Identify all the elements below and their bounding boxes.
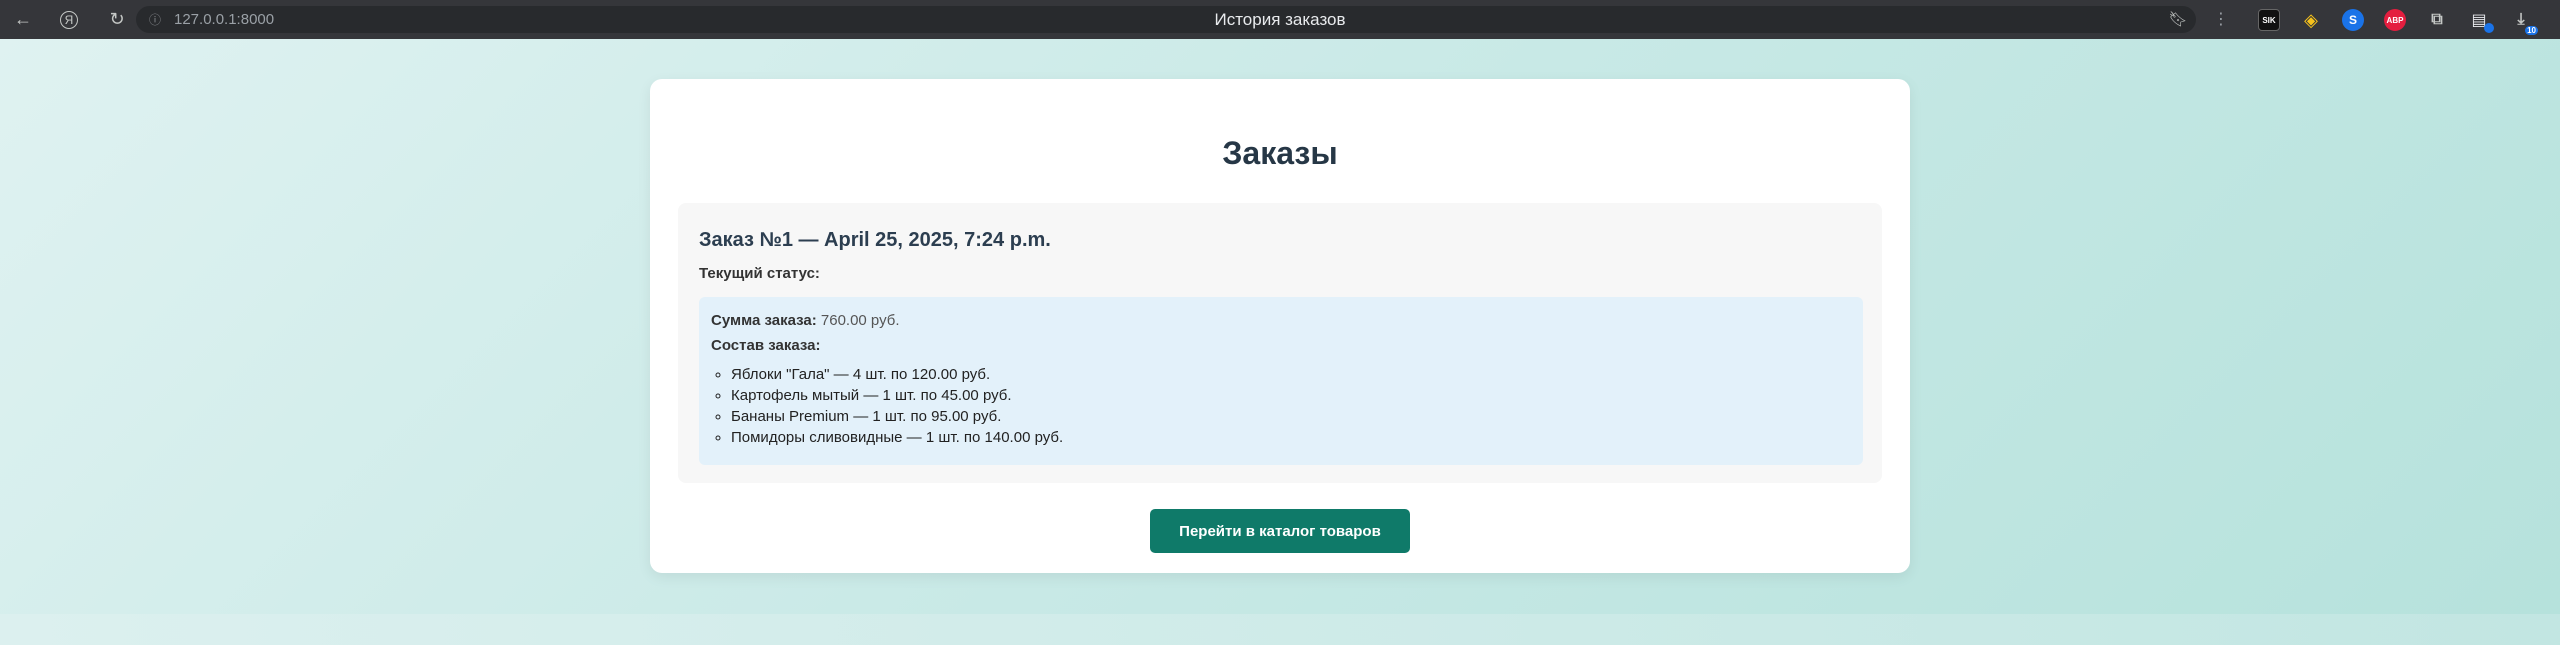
order-block: Заказ №1 — April 25, 2025, 7:24 p.m. Тек… <box>678 203 1882 483</box>
order-status: Текущий статус: <box>699 265 820 282</box>
url-text: 127.0.0.1:8000 <box>174 11 275 28</box>
page-footer-strip <box>0 614 2560 645</box>
doc-badge <box>2484 23 2494 33</box>
order-sum: Сумма заказа: 760.00 руб. <box>711 312 1851 329</box>
address-bar[interactable]: ⓘ 127.0.0.1:8000 <box>136 6 2196 33</box>
yandex-icon[interactable]: Я <box>60 10 78 29</box>
page-background: Заказы Заказ №1 — April 25, 2025, 7:24 p… <box>0 39 2560 614</box>
sik-extension-icon[interactable]: SIK <box>2258 9 2280 31</box>
download-count: 10 <box>2525 26 2538 35</box>
orders-card: Заказы Заказ №1 — April 25, 2025, 7:24 p… <box>650 79 1910 573</box>
bookmark-icon[interactable]: 🔖︎ <box>2168 9 2188 29</box>
order-title: Заказ №1 — April 25, 2025, 7:24 p.m. <box>699 229 1051 251</box>
download-icon[interactable]: ⤓ 10 <box>2510 9 2538 35</box>
back-icon[interactable]: ← <box>8 5 38 35</box>
shazam-extension-icon[interactable]: S <box>2342 9 2364 31</box>
order-items-list: Яблоки "Гала" — 4 шт. по 120.00 руб. Кар… <box>711 364 1851 448</box>
order-item: Бананы Premium — 1 шт. по 95.00 руб. <box>731 406 1851 427</box>
sum-label: Сумма заказа: <box>711 312 817 329</box>
browser-toolbar: ← Я ↻ ⓘ 127.0.0.1:8000 История заказов 🔖… <box>0 0 2560 39</box>
order-item: Помидоры сливовидные — 1 шт. по 140.00 р… <box>731 427 1851 448</box>
adblock-extension-icon[interactable]: ABP <box>2384 9 2406 31</box>
order-details: Сумма заказа: 760.00 руб. Состав заказа:… <box>699 297 1863 465</box>
sum-value: 760.00 руб. <box>820 312 900 329</box>
reload-icon[interactable]: ↻ <box>102 5 132 35</box>
order-item: Яблоки "Гала" — 4 шт. по 120.00 руб. <box>731 364 1851 385</box>
document-extension-icon[interactable]: ▤ <box>2468 9 2494 33</box>
catalog-button[interactable]: Перейти в каталог товаров <box>1150 509 1410 553</box>
page-heading: Заказы <box>1222 135 1338 171</box>
order-item: Картофель мытый — 1 шт. по 45.00 руб. <box>731 385 1851 406</box>
more-menu-icon[interactable]: ⋮ <box>2211 9 2231 29</box>
composition-label: Состав заказа: <box>711 337 821 354</box>
site-info-icon[interactable]: ⓘ <box>146 11 164 29</box>
status-label: Текущий статус: <box>699 265 820 282</box>
extensions-bar: SIK ◈ S ABP ⧉ ▤ ⤓ 10 <box>2258 8 2538 35</box>
extensions-puzzle-icon[interactable]: ⧉ <box>2426 9 2448 31</box>
gold-extension-icon[interactable]: ◈ <box>2300 9 2322 31</box>
